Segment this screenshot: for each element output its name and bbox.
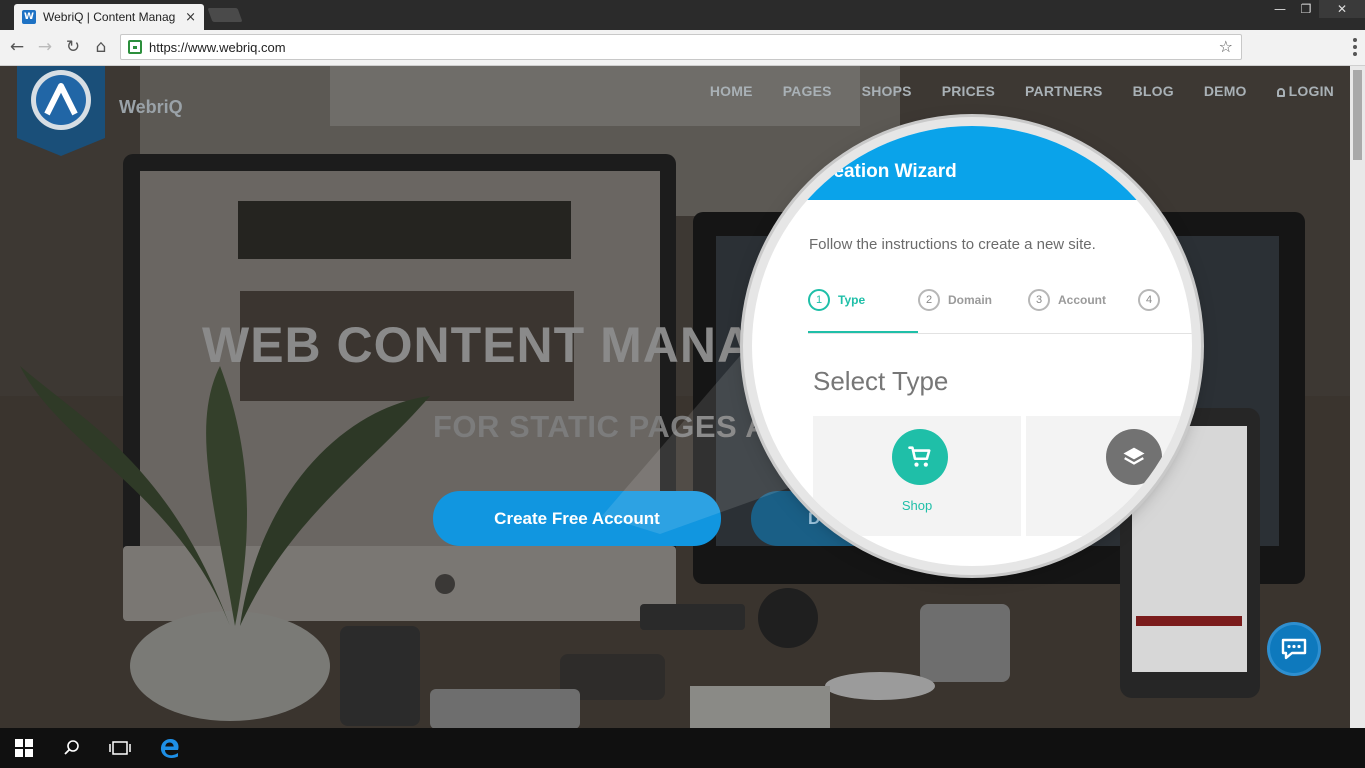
back-icon[interactable]: ←	[7, 37, 27, 57]
wizard-header	[752, 126, 1192, 200]
browser-toolbar: ← → ↻ ⌂ https://www.webriq.com ☆	[0, 30, 1365, 66]
forward-icon[interactable]: →	[35, 37, 55, 57]
step-account[interactable]: 3 Account	[1028, 289, 1106, 311]
magnifier-lens: reation Wizard Follow the instructions t…	[752, 126, 1192, 566]
address-bar[interactable]: https://www.webriq.com ☆	[120, 34, 1242, 60]
type-card-shop[interactable]: Shop	[813, 416, 1021, 536]
reload-icon[interactable]: ↻	[63, 37, 83, 57]
step-number: 4	[1138, 289, 1160, 311]
window-controls: — ❐ ✕	[1267, 0, 1365, 20]
layers-icon	[1106, 429, 1162, 485]
browser-tab[interactable]: W WebriQ | Content Manag ×	[14, 4, 204, 30]
type-card-label: Shop	[901, 498, 933, 513]
tab-title: WebriQ | Content Manag	[43, 10, 176, 24]
close-tab-icon[interactable]: ×	[185, 10, 196, 25]
cart-icon	[892, 429, 948, 485]
active-step-indicator	[808, 331, 918, 333]
favicon: W	[22, 10, 36, 24]
step-label: Account	[1058, 293, 1106, 307]
step-4[interactable]: 4	[1138, 289, 1168, 311]
step-number: 2	[918, 289, 940, 311]
restore-icon[interactable]: ❐	[1293, 0, 1319, 18]
step-number: 1	[808, 289, 830, 311]
task-view-icon[interactable]	[96, 728, 144, 768]
step-label: Domain	[948, 293, 993, 307]
page-viewport: WebriQ HOME PAGES SHOPS PRICES PARTNERS …	[0, 66, 1365, 728]
url-text: https://www.webriq.com	[149, 40, 286, 55]
minimize-icon[interactable]: —	[1267, 0, 1293, 18]
secure-lock-icon	[128, 40, 142, 54]
step-number: 3	[1028, 289, 1050, 311]
home-icon[interactable]: ⌂	[91, 37, 111, 57]
step-type[interactable]: 1 Type	[808, 289, 865, 311]
new-tab-button[interactable]	[207, 8, 243, 22]
bookmark-star-icon[interactable]: ☆	[1219, 37, 1233, 56]
browser-menu-icon[interactable]	[1353, 38, 1357, 56]
chat-widget-button[interactable]	[1270, 625, 1318, 673]
step-domain[interactable]: 2 Domain	[918, 289, 992, 311]
step-label: Type	[838, 293, 866, 307]
close-window-icon[interactable]: ✕	[1319, 0, 1365, 18]
select-type-heading: Select Type	[813, 366, 949, 396]
windows-taskbar	[0, 728, 1365, 768]
type-card-pages[interactable]	[1026, 416, 1192, 536]
search-icon[interactable]	[48, 728, 96, 768]
wizard-instructions: Follow the instructions to create a new …	[809, 236, 1096, 253]
steps-divider	[808, 333, 1192, 334]
chat-icon	[1281, 638, 1307, 660]
browser-tab-bar: W WebriQ | Content Manag × — ❐ ✕	[0, 0, 1365, 30]
wizard-title: reation Wizard	[826, 161, 957, 182]
start-icon[interactable]	[0, 728, 48, 768]
edge-icon[interactable]	[146, 728, 194, 768]
